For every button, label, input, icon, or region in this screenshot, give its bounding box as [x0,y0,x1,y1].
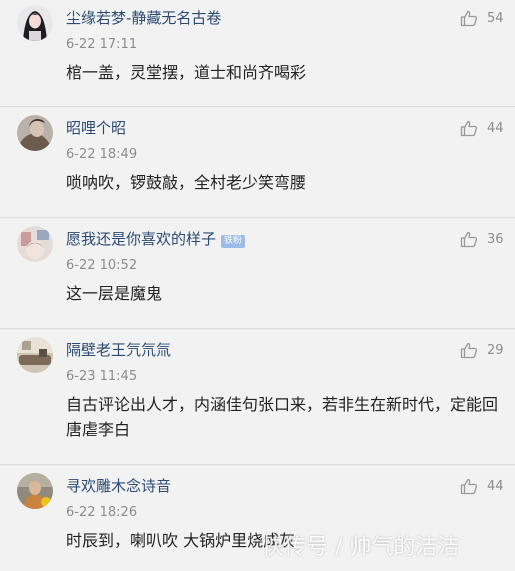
username[interactable]: 寻欢雕木念诗音 [66,476,171,496]
avatar-girl-icon [17,5,53,41]
avatar[interactable] [17,115,53,151]
username-text[interactable]: 昭哩个昭 [66,119,126,137]
avatar-room-icon [17,337,53,373]
comment-time: 6-22 18:49 [66,147,138,162]
comment-time: 6-22 17:11 [66,37,138,52]
username-text[interactable]: 尘缘若梦-静藏无名古卷 [66,9,221,27]
like-count: 29 [487,342,504,358]
username-text[interactable]: 隔壁老王氕氘氚 [66,341,171,359]
comment-time: 6-22 18:26 [66,505,138,520]
like-count: 44 [487,120,504,136]
fan-badge: 铁粉 [221,235,246,248]
username-text[interactable]: 愿我还是你喜欢的样子 [66,230,216,248]
username[interactable]: 昭哩个昭 [66,118,126,138]
like-button[interactable]: 54 [460,10,505,27]
thumbs-up-icon [460,120,478,137]
username[interactable]: 尘缘若梦-静藏无名古卷 [66,8,221,28]
thumbs-up-icon [460,231,478,248]
like-count: 54 [487,10,504,26]
comment-text: 棺一盖，灵堂摆，道士和尚齐喝彩 [66,63,307,82]
like-button[interactable]: 44 [460,120,505,137]
avatar-photo-icon [17,226,53,262]
username[interactable]: 愿我还是你喜欢的样子 铁粉 [66,229,246,249]
comment-text: 唢呐吹，锣鼓敲，全村老少笑弯腰 [66,173,307,192]
watermark: 快传号 / 帅气的洁洁 [262,535,460,560]
comment-item: 愿我还是你喜欢的样子 铁粉 6-22 10:52 这一层是魔鬼 36 [0,218,515,329]
avatar-portrait-icon [17,115,53,151]
comment-text: 这一层是魔鬼 [66,284,163,303]
like-button[interactable]: 44 [460,478,505,495]
like-button[interactable]: 29 [460,342,505,359]
comment-list: 尘缘若梦-静藏无名古卷 6-22 17:11 棺一盖，灵堂摆，道士和尚齐喝彩 5… [0,0,515,571]
username[interactable]: 隔壁老王氕氘氚 [66,340,171,360]
thumbs-up-icon [460,342,478,359]
username-text[interactable]: 寻欢雕木念诗音 [66,477,171,495]
avatar[interactable] [17,337,53,373]
avatar[interactable] [17,473,53,509]
avatar[interactable] [17,5,53,41]
comment-item: 尘缘若梦-静藏无名古卷 6-22 17:11 棺一盖，灵堂摆，道士和尚齐喝彩 5… [0,0,515,107]
thumbs-up-icon [460,478,478,495]
comment-time: 6-23 11:45 [66,369,138,384]
comment-text: 自古评论出人才，内涵佳句张口来，若非生在新时代，定能回唐虐李白 [66,395,499,439]
like-count: 44 [487,478,504,494]
thumbs-up-icon [460,10,478,27]
comment-time: 6-22 10:52 [66,258,138,273]
comment-item: 昭哩个昭 6-22 18:49 唢呐吹，锣鼓敲，全村老少笑弯腰 44 [0,107,515,218]
like-count: 36 [487,231,504,247]
comment-item: 隔壁老王氕氘氚 6-23 11:45 自古评论出人才，内涵佳句张口来，若非生在新… [0,329,515,465]
avatar[interactable] [17,226,53,262]
like-button[interactable]: 36 [460,231,505,248]
avatar-person-icon [17,473,53,509]
